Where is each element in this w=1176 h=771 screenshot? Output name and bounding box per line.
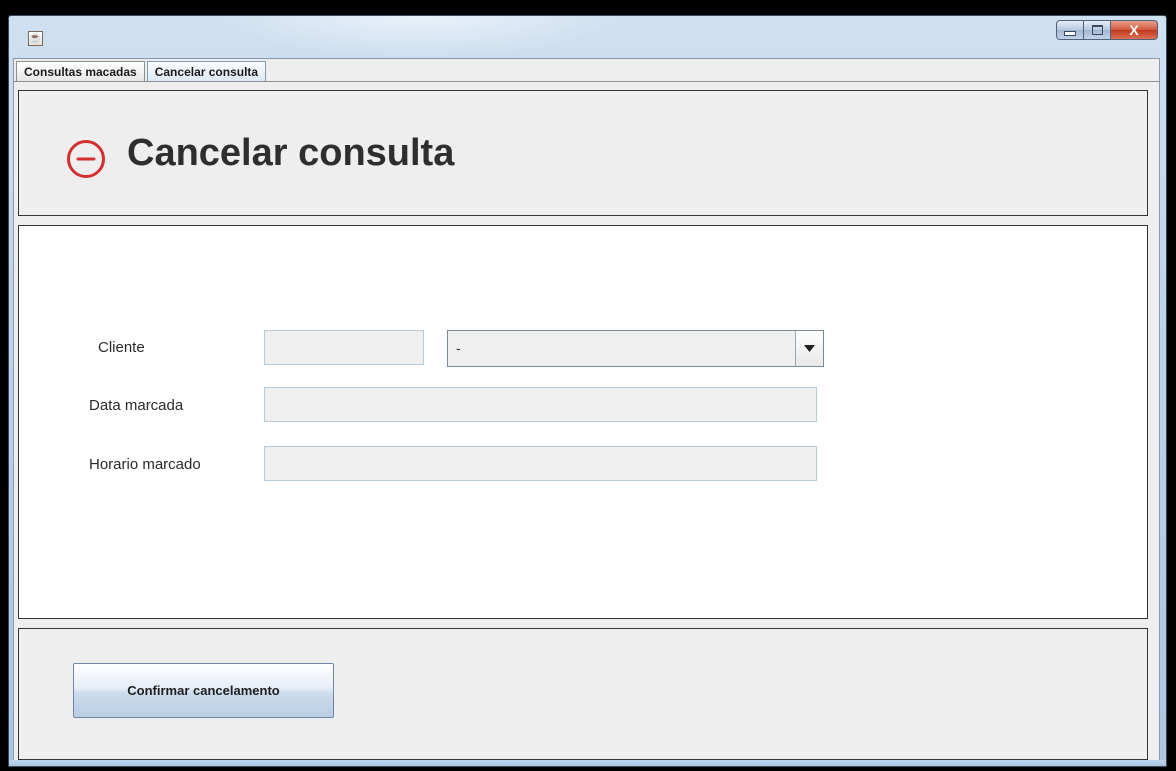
title-bar-sheen: [209, 16, 629, 58]
cliente-label: Cliente: [98, 339, 145, 356]
form-panel: Cliente - Data marcada Horario marcado: [18, 225, 1148, 619]
window-controls: X: [1056, 20, 1158, 42]
maximize-icon: [1091, 25, 1103, 35]
java-cup-icon[interactable]: ☕: [28, 31, 43, 46]
horario-marcado-field[interactable]: [264, 446, 817, 481]
cliente-id-field[interactable]: [264, 330, 424, 365]
dropdown-arrow-button[interactable]: [795, 331, 823, 366]
tab-cancelar-consulta[interactable]: Cancelar consulta: [146, 61, 267, 81]
data-marcada-field[interactable]: [264, 387, 817, 422]
tab-consultas-macadas[interactable]: Consultas macadas: [16, 61, 145, 81]
cliente-select-value: -: [456, 340, 461, 356]
footer-panel: Confirmar cancelamento: [18, 628, 1148, 760]
maximize-button[interactable]: [1084, 20, 1111, 40]
tab-strip: Consultas macadas Cancelar consulta: [14, 59, 267, 81]
client-area: Consultas macadas Cancelar consulta Canc…: [13, 58, 1160, 761]
minimize-button[interactable]: [1056, 20, 1084, 40]
app-window: ☕ X Consultas macadas Cancelar consulta …: [8, 15, 1167, 767]
header-panel: Cancelar consulta: [18, 90, 1148, 216]
close-icon: X: [1129, 22, 1139, 38]
minimize-icon: [1064, 30, 1076, 36]
cliente-select[interactable]: -: [447, 330, 824, 367]
chevron-down-icon: [804, 345, 815, 352]
tab-content: Cancelar consulta Cliente - Data marcada…: [14, 81, 1159, 760]
horario-marcado-label: Horario marcado: [89, 456, 201, 473]
confirm-cancel-button[interactable]: Confirmar cancelamento: [73, 663, 334, 718]
close-button[interactable]: X: [1111, 20, 1158, 40]
minus-circle-icon: [67, 140, 105, 178]
page-title: Cancelar consulta: [127, 132, 455, 174]
data-marcada-label: Data marcada: [89, 397, 184, 414]
window-bottom-border: [9, 760, 1166, 766]
title-bar[interactable]: ☕ X: [9, 16, 1166, 58]
